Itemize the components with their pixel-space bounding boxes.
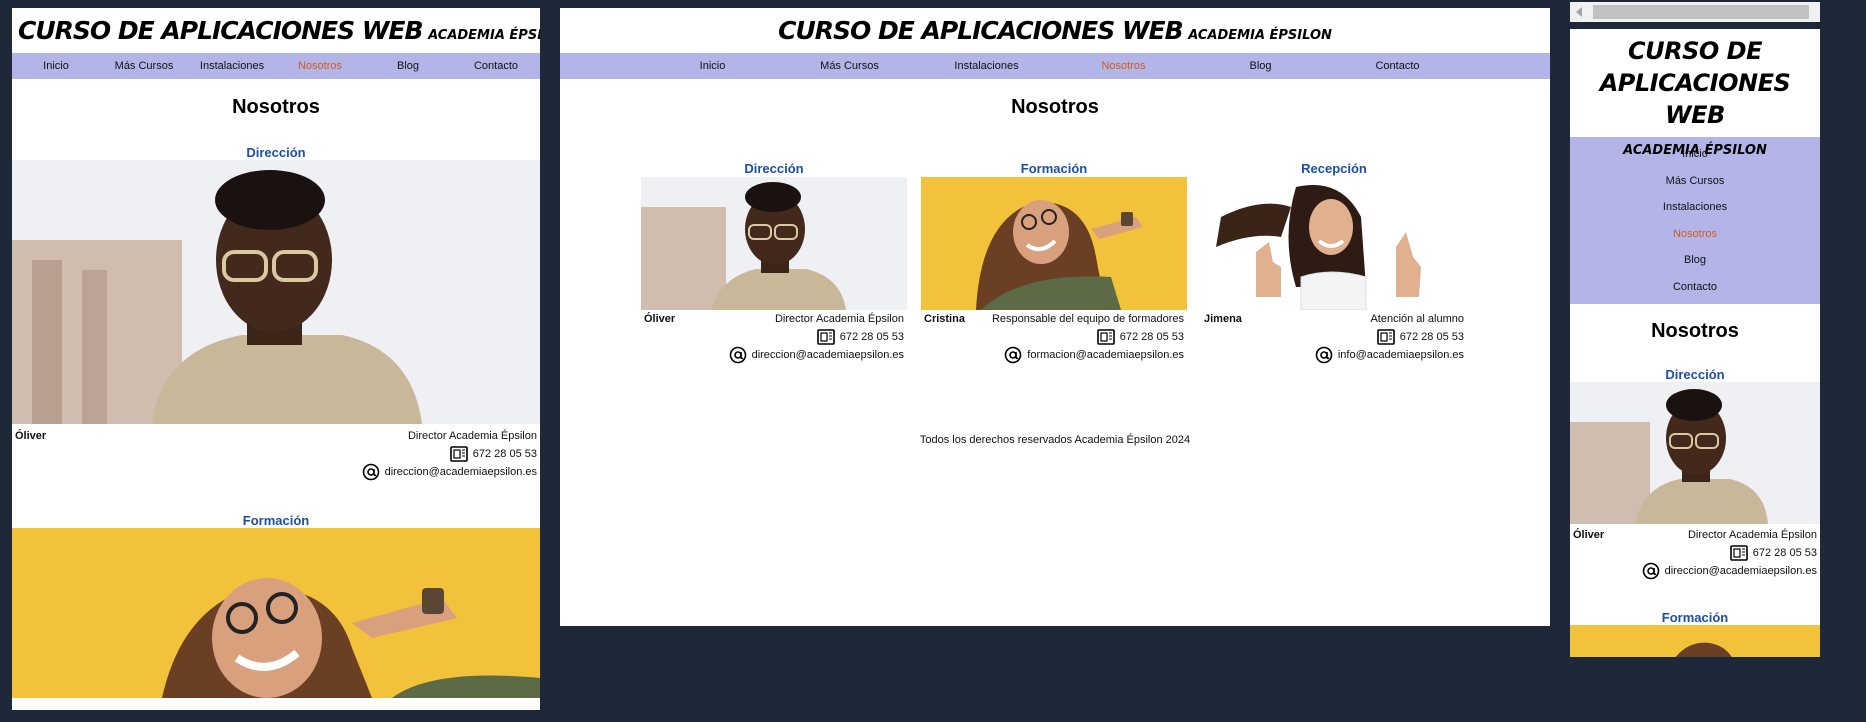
nav-item-nosotros[interactable]: Nosotros [1055, 60, 1192, 72]
contact-card-cristina: Cristina Responsable del equipo de forma… [921, 310, 1187, 364]
person-phone[interactable]: 672 28 05 53 [473, 448, 537, 460]
contact-card-oliver: Óliver Director Academia Épsilon 672 28 … [641, 310, 907, 364]
person-email[interactable]: direccion@academiaepsilon.es [1665, 565, 1817, 577]
page-title: Nosotros [1011, 96, 1099, 118]
team-cards: Dirección Óliver Director Academia Épsil… [560, 160, 1550, 364]
site-title-sub: ACADEMIA ÉPSILON [428, 28, 540, 43]
nav-item-instalaciones[interactable]: Instalaciones [1570, 194, 1820, 221]
nav-item-mas-cursos[interactable]: Más Cursos [1570, 168, 1820, 195]
person-phone[interactable]: 672 28 05 53 [1400, 331, 1464, 343]
site-title-main: CURSO DE APLICACIONES WEB [18, 16, 424, 45]
at-sign-icon [362, 463, 379, 481]
main-nav: Inicio Más Cursos Instalaciones Nosotros… [1570, 137, 1820, 304]
nav-item-instalaciones[interactable]: Instalaciones [188, 60, 276, 72]
nav-item-mas-cursos[interactable]: Más Cursos [781, 60, 918, 72]
person-name: Jimena [1204, 313, 1242, 325]
site-title: CURSO DE APLICACIONES WEB ACADEMIA ÉPSIL… [18, 16, 540, 45]
site-footer: Todos los derechos reservados Academia É… [919, 434, 1191, 446]
horizontal-scrollbar[interactable] [1570, 2, 1820, 22]
at-sign-icon [729, 346, 746, 364]
phone-icon [449, 446, 468, 462]
nav-item-contacto[interactable]: Contacto [1570, 274, 1820, 301]
phone-icon [816, 329, 835, 345]
nav-item-contacto[interactable]: Contacto [452, 60, 540, 72]
nav-item-blog[interactable]: Blog [1192, 60, 1329, 72]
person-role: Responsable del equipo de formadores [991, 313, 1184, 325]
person-name: Óliver [1573, 529, 1605, 541]
person-email[interactable]: info@academiaepsilon.es [1338, 349, 1464, 361]
phone-preview-panel: CURSO DE APLICACIONES WEB ACADEMIA ÉPSIL… [1570, 29, 1820, 657]
section-title-recepcion: Recepción [1301, 161, 1367, 176]
team-card-direccion: Dirección Óliver Director Academia Épsil… [641, 160, 907, 364]
page-title: Nosotros [232, 96, 320, 118]
team-card-formacion: Formación Cristina Responsable del equip… [921, 160, 1187, 364]
person-role: Director Academia Épsilon [407, 430, 537, 442]
person-phone[interactable]: 672 28 05 53 [1753, 547, 1817, 559]
phone-icon [1096, 329, 1115, 345]
at-sign-icon [1315, 346, 1333, 364]
site-header: CURSO DE APLICACIONES WEB ACADEMIA ÉPSIL… [560, 8, 1550, 53]
site-title: CURSO DE APLICACIONES WEB ACADEMIA ÉPSIL… [778, 16, 1332, 45]
site-title-main: CURSO DE APLICACIONES WEB [778, 16, 1184, 45]
photo-cristina [1570, 625, 1820, 657]
nav-item-nosotros[interactable]: Nosotros [1570, 221, 1820, 248]
person-name: Cristina [924, 313, 965, 325]
contact-card-jimena: Jimena Atención al alumno 672 28 05 53 i… [1201, 310, 1467, 364]
main-nav: Inicio Más Cursos Instalaciones Nosotros… [560, 53, 1550, 79]
nav-item-contacto[interactable]: Contacto [1329, 60, 1466, 72]
contact-card-oliver: Óliver Director Academia Épsilon 672 28 … [12, 427, 540, 481]
phone-icon [1729, 545, 1748, 561]
at-sign-icon [1642, 562, 1659, 580]
nav-item-mas-cursos[interactable]: Más Cursos [100, 60, 188, 72]
site-title-sub: ACADEMIA ÉPSILON [1188, 28, 1332, 43]
section-title-formacion: Formación [242, 513, 310, 528]
nav-item-blog[interactable]: Blog [1570, 247, 1820, 274]
section-title-formacion: Formación [1661, 610, 1729, 625]
phone-icon [1376, 329, 1395, 345]
main-nav: Inicio Más Cursos Instalaciones Nosotros… [12, 53, 540, 79]
nav-item-inicio[interactable]: Inicio [644, 60, 781, 72]
scroll-left-arrow-icon[interactable] [1576, 7, 1582, 17]
site-header: CURSO DE APLICACIONES WEB ACADEMIA ÉPSIL… [1570, 29, 1820, 158]
at-sign-icon [1004, 346, 1022, 364]
nav-item-blog[interactable]: Blog [364, 60, 452, 72]
person-email[interactable]: direccion@academiaepsilon.es [385, 466, 537, 478]
person-phone[interactable]: 672 28 05 53 [1120, 331, 1184, 343]
photo-oliver [1570, 382, 1820, 524]
photo-jimena [1201, 177, 1467, 310]
section-title-formacion: Formación [1020, 161, 1088, 176]
section-title-direccion: Dirección [744, 161, 804, 176]
section-title-direccion: Dirección [1665, 367, 1725, 382]
person-role: Director Academia Épsilon [774, 313, 904, 325]
person-email[interactable]: formacion@academiaepsilon.es [1027, 349, 1184, 361]
section-title-direccion: Dirección [246, 145, 306, 160]
photo-oliver [641, 177, 907, 310]
nav-item-instalaciones[interactable]: Instalaciones [918, 60, 1055, 72]
page-title: Nosotros [1651, 320, 1739, 342]
desktop-preview-panel: CURSO DE APLICACIONES WEB ACADEMIA ÉPSIL… [560, 8, 1550, 626]
nav-item-inicio[interactable]: Inicio [12, 60, 100, 72]
person-name: Óliver [644, 313, 676, 325]
person-role: Director Academia Épsilon [1687, 529, 1817, 541]
site-title-main: CURSO DE APLICACIONES WEB [1599, 37, 1791, 129]
site-header: CURSO DE APLICACIONES WEB ACADEMIA ÉPSIL… [12, 8, 540, 53]
photo-oliver [12, 160, 540, 424]
photo-cristina [921, 177, 1187, 310]
mobile-preview-panel: CURSO DE APLICACIONES WEB ACADEMIA ÉPSIL… [12, 8, 540, 710]
person-phone[interactable]: 672 28 05 53 [840, 331, 904, 343]
team-card-recepcion: Recepción Jimena Atención al alumno 672 … [1201, 160, 1467, 364]
person-email[interactable]: direccion@academiaepsilon.es [752, 349, 904, 361]
contact-card-oliver: Óliver Director Academia Épsilon 672 28 … [1570, 526, 1820, 580]
person-role: Atención al alumno [1370, 313, 1464, 325]
person-name: Óliver [15, 430, 47, 442]
nav-item-inicio[interactable]: Inicio [1570, 141, 1820, 168]
nav-item-nosotros[interactable]: Nosotros [276, 60, 364, 72]
photo-cristina [12, 528, 540, 698]
scrollbar-thumb[interactable] [1593, 5, 1809, 19]
